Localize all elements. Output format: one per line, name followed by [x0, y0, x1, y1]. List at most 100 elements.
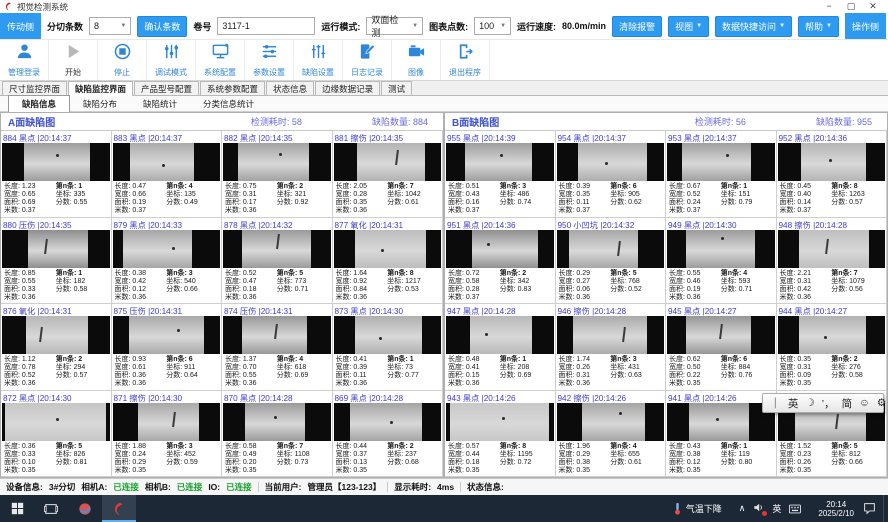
defect-cell[interactable]: 876 氧化 |20:14:31长度: 1.12宽度: 0.78面积: 0.52… — [1, 304, 112, 391]
volume-icon[interactable] — [753, 502, 764, 515]
action-button-sliders_h[interactable]: 参数设置 — [245, 40, 294, 80]
show-desktop-button[interactable] — [883, 495, 888, 522]
ime-fullwidth-icon[interactable]: ☽ — [805, 397, 814, 409]
defect-image[interactable] — [446, 143, 554, 181]
taskbar-clock[interactable]: 20:14 2025/2/10 — [809, 500, 863, 518]
defect-image[interactable] — [446, 403, 554, 441]
defect-cell[interactable]: 951 黑点 |20:14:36长度: 0.72宽度: 0.58面积: 0.28… — [445, 218, 556, 305]
defect-cell[interactable]: 877 氧化 |20:14:31长度: 1.64宽度: 0.92面积: 0.84… — [333, 218, 444, 305]
action-button-log[interactable]: 日志记录 — [343, 40, 392, 80]
defect-cell[interactable]: 873 黑点 |20:14:30长度: 0.41宽度: 0.39面积: 0.11… — [333, 304, 444, 391]
sub-tab-3[interactable]: 分类信息统计 — [190, 96, 267, 112]
defect-image[interactable] — [334, 403, 442, 441]
defect-image[interactable] — [2, 316, 110, 354]
main-tab-3[interactable]: 系统参数配置 — [200, 81, 265, 95]
defect-cell[interactable]: 945 黑点 |20:14:27长度: 0.62宽度: 0.50面积: 0.22… — [666, 304, 777, 391]
minimize-button[interactable]: − — [818, 0, 840, 13]
help-menu-button[interactable]: 帮助▼ — [798, 16, 839, 37]
main-tab-1[interactable]: 缺陷监控界面 — [68, 81, 133, 96]
action-center-icon[interactable] — [863, 502, 876, 515]
defect-image[interactable] — [113, 403, 221, 441]
defect-image[interactable] — [667, 403, 775, 441]
maximize-button[interactable]: ▢ — [840, 0, 862, 13]
close-button[interactable]: ✕ — [862, 0, 884, 13]
defect-image[interactable] — [446, 230, 554, 268]
defect-cell[interactable]: 953 黑点 |20:14:37长度: 0.67宽度: 0.52面积: 0.24… — [666, 131, 777, 218]
data-quick-access-menu-button[interactable]: 数据快捷访问▼ — [715, 16, 792, 37]
defect-image[interactable] — [778, 143, 886, 181]
main-tab-6[interactable]: 测试 — [381, 81, 412, 95]
main-tab-2[interactable]: 产品型号配置 — [134, 81, 199, 95]
defect-image[interactable] — [223, 316, 331, 354]
main-tab-4[interactable]: 状态信息 — [266, 81, 314, 95]
tray-expand-icon[interactable]: ∧ — [739, 503, 746, 514]
defect-image[interactable] — [667, 230, 775, 268]
defect-cell[interactable]: 950 小凹坑 |20:14:32长度: 0.29宽度: 0.27面积: 0.0… — [556, 218, 667, 305]
defect-image[interactable] — [667, 143, 775, 181]
defect-cell[interactable]: 875 压伤 |20:14:31长度: 0.93宽度: 0.61面积: 0.36… — [112, 304, 223, 391]
touch-keyboard-icon[interactable] — [789, 504, 801, 514]
main-tab-5[interactable]: 边缘数据记录 — [315, 81, 380, 95]
action-button-exit[interactable]: 退出程序 — [441, 40, 490, 80]
defect-image[interactable] — [557, 230, 665, 268]
defect-cell[interactable]: 872 黑点 |20:14:30长度: 0.36宽度: 0.33面积: 0.10… — [1, 391, 112, 478]
operation-side-button[interactable]: 操作侧 — [845, 13, 886, 39]
action-button-play[interactable]: 开始 — [49, 40, 98, 80]
slit-count-select[interactable]: 8▼ — [89, 17, 131, 35]
defect-image[interactable] — [334, 230, 442, 268]
chart-points-select[interactable]: 100▼ — [474, 17, 511, 35]
action-button-sliders_v[interactable]: 缺陷设置 — [294, 40, 343, 80]
ime-simplified-button[interactable]: 简 — [842, 396, 853, 411]
sub-tab-1[interactable]: 缺陷分布 — [70, 96, 130, 112]
taskbar-app-browser[interactable] — [68, 495, 102, 522]
action-button-user[interactable]: 管理登录 — [0, 40, 49, 80]
sub-tab-2[interactable]: 缺陷统计 — [130, 96, 190, 112]
defect-image[interactable] — [2, 403, 110, 441]
defect-cell[interactable]: 880 压伤 |20:14:35长度: 0.85宽度: 0.55面积: 0.33… — [1, 218, 112, 305]
ime-lang-button[interactable]: 英 — [788, 396, 799, 411]
ime-language-indicator[interactable]: 英 — [772, 502, 781, 515]
task-view-button[interactable] — [34, 495, 68, 522]
defect-cell[interactable]: 943 黑点 |20:14:26长度: 0.57宽度: 0.44面积: 0.18… — [445, 391, 556, 478]
defect-cell[interactable]: 883 黑点 |20:14:37长度: 0.47宽度: 0.66面积: 0.19… — [112, 131, 223, 218]
defect-cell[interactable]: 944 黑点 |20:14:27长度: 0.35宽度: 0.31面积: 0.09… — [777, 304, 888, 391]
defect-image[interactable] — [334, 143, 442, 181]
defect-image[interactable] — [223, 230, 331, 268]
transmission-side-button[interactable]: 传动侧 — [0, 13, 41, 39]
ime-drag-handle[interactable]: ▕▏ — [769, 398, 781, 409]
defect-image[interactable] — [113, 316, 221, 354]
roll-number-input[interactable]: 3117-1 — [217, 17, 315, 35]
defect-cell[interactable]: 874 压伤 |20:14:31长度: 1.37宽度: 0.70面积: 0.55… — [222, 304, 333, 391]
defect-image[interactable] — [2, 230, 110, 268]
taskbar-app-inspection-active[interactable] — [102, 495, 136, 522]
weather-widget[interactable]: 气温下降 — [664, 495, 731, 522]
defect-image[interactable] — [778, 316, 886, 354]
defect-cell[interactable]: 949 黑点 |20:14:30长度: 0.55宽度: 0.46面积: 0.19… — [666, 218, 777, 305]
view-menu-button[interactable]: 视图▼ — [668, 16, 709, 37]
defect-image[interactable] — [778, 230, 886, 268]
defect-cell[interactable]: 954 黑点 |20:14:37长度: 0.39宽度: 0.35面积: 0.11… — [556, 131, 667, 218]
main-tab-0[interactable]: 尺寸监控界面 — [2, 81, 67, 95]
defect-image[interactable] — [667, 316, 775, 354]
defect-image[interactable] — [113, 230, 221, 268]
ime-emoji-button[interactable]: ☺ — [859, 397, 870, 409]
action-button-tune[interactable]: 调试模式 — [147, 40, 196, 80]
action-button-camera[interactable]: 图像 — [392, 40, 441, 80]
defect-cell[interactable]: 884 黑点 |20:14:37长度: 1.23宽度: 0.65面积: 0.69… — [1, 131, 112, 218]
sub-tab-0[interactable]: 缺陷信息 — [8, 95, 70, 113]
defect-image[interactable] — [113, 143, 221, 181]
defect-cell[interactable]: 871 擦伤 |20:14:30长度: 1.88宽度: 0.24面积: 0.29… — [112, 391, 223, 478]
confirm-count-button[interactable]: 确认条数 — [137, 16, 187, 37]
defect-cell[interactable]: 879 黑点 |20:14:33长度: 0.38宽度: 0.42面积: 0.12… — [112, 218, 223, 305]
defect-cell[interactable]: 955 黑点 |20:14:39长度: 0.51宽度: 0.43面积: 0.16… — [445, 131, 556, 218]
defect-image[interactable] — [557, 143, 665, 181]
defect-cell[interactable]: 869 黑点 |20:14:28长度: 0.44宽度: 0.37面积: 0.13… — [333, 391, 444, 478]
defect-cell[interactable]: 942 擦伤 |20:14:26长度: 1.96宽度: 0.29面积: 0.38… — [556, 391, 667, 478]
defect-image[interactable] — [334, 316, 442, 354]
defect-cell[interactable]: 946 擦伤 |20:14:28长度: 1.74宽度: 0.26面积: 0.31… — [556, 304, 667, 391]
defect-cell[interactable]: 870 黑点 |20:14:28长度: 0.58宽度: 0.49面积: 0.20… — [222, 391, 333, 478]
defect-cell[interactable]: 882 黑点 |20:14:35长度: 0.75宽度: 0.31面积: 0.17… — [222, 131, 333, 218]
defect-cell[interactable]: 948 擦伤 |20:14:28长度: 2.21宽度: 0.31面积: 0.42… — [777, 218, 888, 305]
defect-image[interactable] — [557, 316, 665, 354]
defect-cell[interactable]: 881 擦伤 |20:14:35长度: 2.05宽度: 0.28面积: 0.35… — [333, 131, 444, 218]
